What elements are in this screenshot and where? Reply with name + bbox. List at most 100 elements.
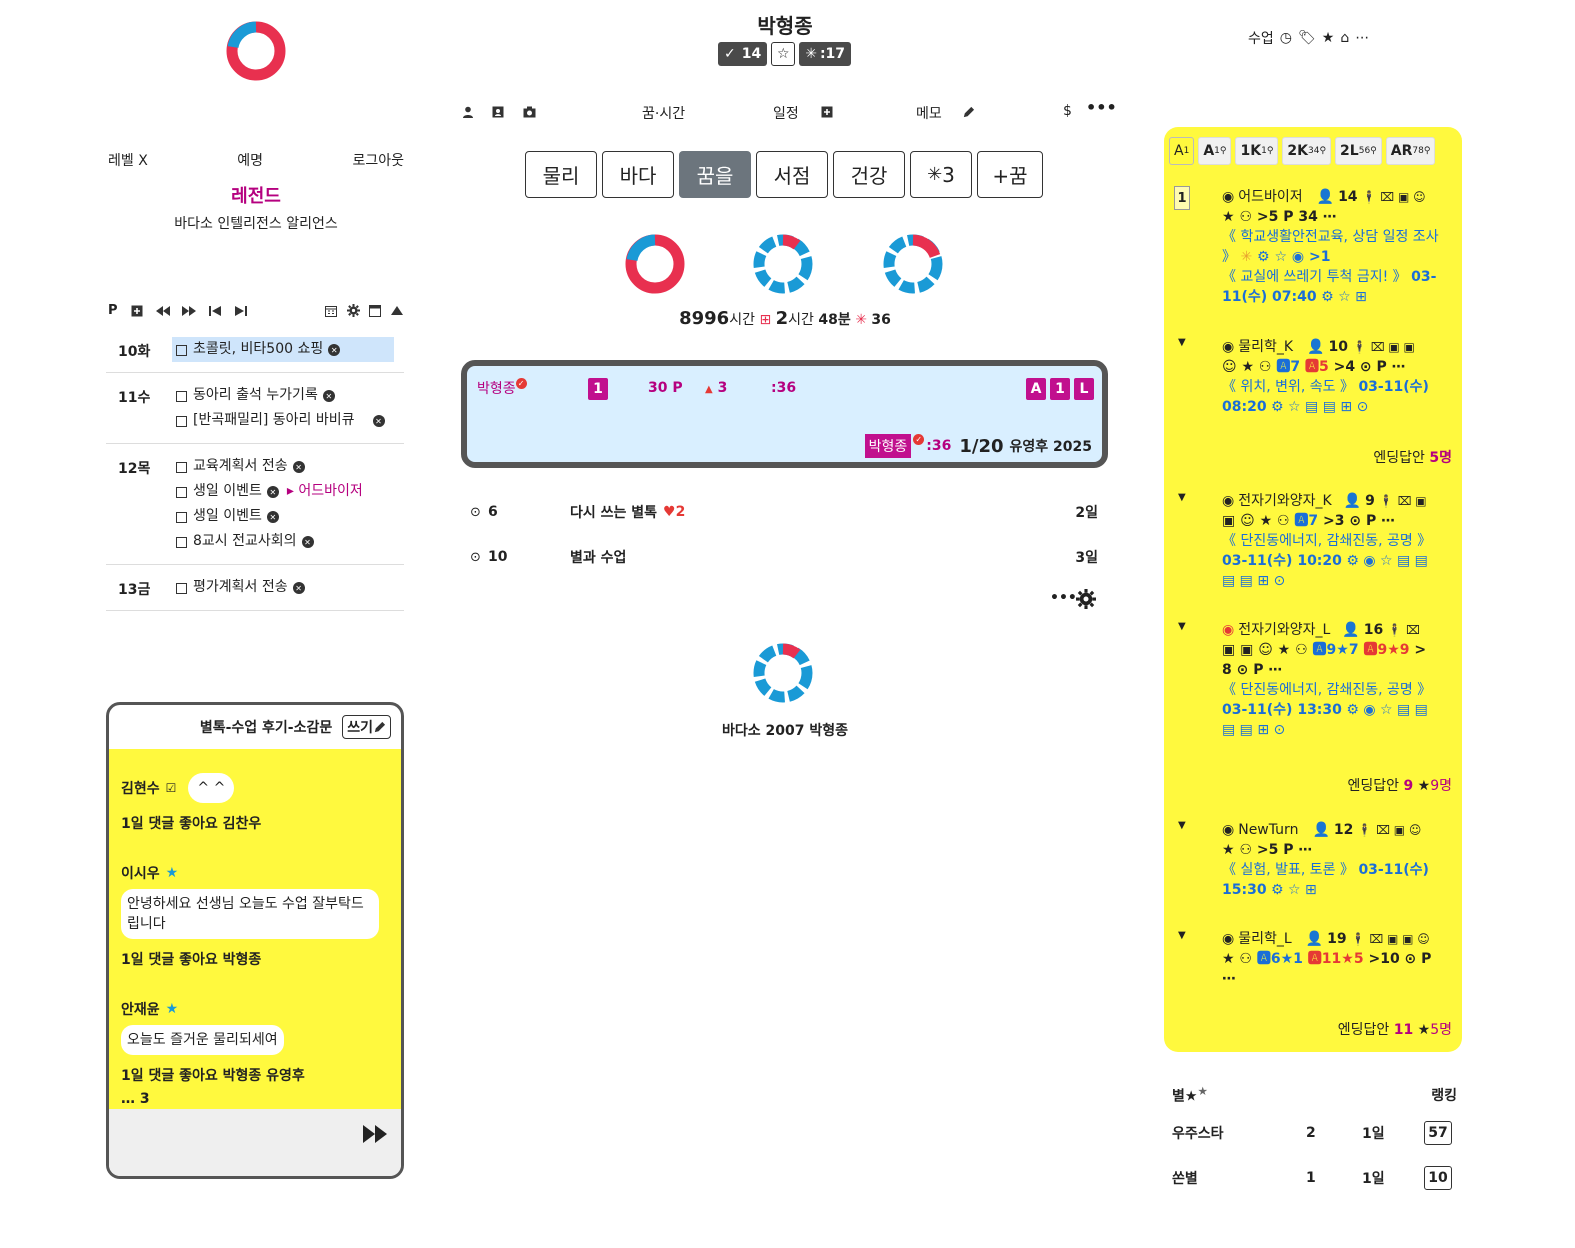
entry-time-line[interactable]: 03-11(수) 10:20 ⚙ ◉ ☆ ▤ ▤ <box>1222 551 1454 571</box>
star-icon[interactable]: ★ <box>1322 30 1335 46</box>
category-spark-button[interactable]: ✳ 3 <box>910 151 972 198</box>
checkbox[interactable] <box>176 537 187 548</box>
checkbox[interactable] <box>176 345 187 356</box>
tag-icon[interactable]: 🏷 <box>1298 30 1316 46</box>
entry-desc[interactable]: 《 위치, 변위, 속도 》 03-11(수) <box>1222 377 1454 397</box>
alliance-name[interactable]: 바다소 인텔리전스 알리언스 <box>108 213 404 233</box>
spark-badge[interactable]: ✳ :17 <box>799 42 852 66</box>
dream-time-link[interactable]: 꿈·시간 <box>642 103 685 123</box>
task-item[interactable]: 초콜릿, 비타500 쇼핑 ✕ <box>172 337 394 362</box>
task-item[interactable]: 생일 이벤트 ✕ ▸ 어드바이저 <box>172 479 404 504</box>
task-item[interactable]: 8교시 전교사회의 ✕ <box>172 529 404 554</box>
list-item[interactable]: ⊙ 6 다시 쓰는 별톡 ♥ 2 2일 <box>470 500 1098 524</box>
remove-icon[interactable]: ✕ <box>328 344 341 356</box>
more-icon[interactable]: ••• <box>1086 98 1117 117</box>
category-physics-button[interactable]: 물리 <box>525 151 597 198</box>
tab-2l[interactable]: 2L 56 ⚲ <box>1335 137 1382 165</box>
camera-icon[interactable] <box>523 106 536 118</box>
footer-ring-icon[interactable] <box>752 642 814 704</box>
caret-down-icon[interactable]: ▼ <box>1178 621 1186 632</box>
entry-desc[interactable]: 《 단진동에너지, 감쇄진동, 공명 》 <box>1222 531 1454 551</box>
calendar-icon[interactable] <box>324 304 338 318</box>
list-gear-icon[interactable] <box>1076 589 1096 609</box>
caret-down-icon[interactable]: ▼ <box>1178 930 1186 941</box>
rewind-icon[interactable] <box>155 304 170 318</box>
category-bookstore-button[interactable]: 서점 <box>756 151 828 198</box>
card-footer-name[interactable]: 박형종 <box>864 434 912 458</box>
contact-book-icon[interactable] <box>492 106 504 118</box>
message-meta[interactable]: 1일 댓글 좋아요 박형종 유영후 <box>121 1065 389 1085</box>
user-card[interactable]: 박형종 ✓ 1 30 P ▲ 3 :36 A 1 L 박형종 ✓ :36 1/20… <box>461 360 1108 468</box>
remove-icon[interactable]: ✕ <box>301 536 314 548</box>
tab-a1[interactable]: A 1 ⚲ <box>1198 137 1232 165</box>
checkbox[interactable] <box>176 583 187 594</box>
clock-icon[interactable]: ◷ <box>1280 30 1292 46</box>
task-item[interactable]: [반곡패밀리] 동아리 바비큐 ✕ <box>172 408 404 433</box>
class-entry[interactable]: ◉ 어드바이저 👤 14 🕴 ⌧ ▣ ☺ ★ ⚇ >5 P 34 ⋯ 《 학교생활… <box>1222 187 1454 307</box>
ending-answer[interactable]: 엔딩답안 11 ★5명 <box>1338 1019 1452 1039</box>
checkbox[interactable] <box>176 416 187 427</box>
remove-icon[interactable]: ✕ <box>322 390 335 402</box>
message-meta[interactable]: 1일 댓글 좋아요 박형종 <box>121 949 389 969</box>
collapse-up-icon[interactable] <box>390 304 404 318</box>
entry-name[interactable]: 전자기와양자_L <box>1238 620 1330 640</box>
user-title[interactable]: 박형종 <box>700 10 870 39</box>
entry-time-line[interactable]: 15:30 ⚙ ☆ ⊞ <box>1222 880 1454 900</box>
entry-time-line[interactable]: 03-11(수) 13:30 ⚙ ◉ ☆ ▤ ▤ <box>1222 700 1454 720</box>
remove-icon[interactable]: ✕ <box>372 415 385 427</box>
class-entry[interactable]: ◉ NewTurn 👤 12 🕴 ⌧ ▣ ☺ ★ ⚇ >5 P ⋯ 《 실험, 발… <box>1222 820 1454 900</box>
ending-answer[interactable]: 엔딩답안 9 ★9명 <box>1347 775 1452 795</box>
remove-icon[interactable]: ✕ <box>266 486 279 498</box>
task-item[interactable]: 교육계획서 전송 ✕ <box>172 454 404 479</box>
ring-dream-icon[interactable] <box>882 233 944 295</box>
rank-row[interactable]: 우주스타 2 1일 57 <box>1172 1110 1457 1155</box>
category-health-button[interactable]: 건강 <box>833 151 905 198</box>
logout-link[interactable]: 로그아웃 <box>352 150 404 170</box>
message-meta[interactable]: 1일 댓글 좋아요 김찬우 <box>121 813 389 833</box>
add-box-icon[interactable] <box>130 304 144 318</box>
caret-down-icon[interactable]: ▼ <box>1178 820 1186 831</box>
check-badge[interactable]: ✓ 14 <box>718 42 768 66</box>
entry-desc[interactable]: 《 실험, 발표, 토론 》 03-11(수) <box>1222 860 1454 880</box>
class-entry[interactable]: ◉ 물리학_L 👤 19 🕴 ⌧ ▣ ▣ ☺ ★ ⚇ 🅰6★1 🅰11★5 >10… <box>1222 929 1454 989</box>
write-button[interactable]: 쓰기 <box>342 715 391 739</box>
entry-name[interactable]: 어드바이저 <box>1238 187 1302 207</box>
memo-link[interactable]: 메모 <box>916 103 942 123</box>
level-label[interactable]: 레벨 X <box>108 150 148 170</box>
class-link[interactable]: 수업 <box>1248 28 1274 48</box>
tab-2k[interactable]: 2K 34 ⚲ <box>1282 137 1332 165</box>
more-comments[interactable]: … 3 <box>121 1091 389 1107</box>
ring-physics-icon[interactable] <box>624 233 686 295</box>
entry-more[interactable]: ⋯ <box>1222 969 1454 989</box>
entry-name[interactable]: 물리학_K <box>1238 337 1293 357</box>
checkbox[interactable] <box>176 391 187 402</box>
tab-ar[interactable]: AR 78 ⚲ <box>1385 137 1436 165</box>
entry-name[interactable]: 물리학_L <box>1238 929 1291 949</box>
add-dream-button[interactable]: +꿈 <box>977 151 1043 198</box>
message-user[interactable]: 이시우 ★ <box>121 863 389 883</box>
star-outline-icon[interactable]: ☆ <box>771 42 796 66</box>
skip-start-icon[interactable] <box>208 304 222 318</box>
add-schedule-icon[interactable] <box>821 106 833 118</box>
fast-forward-icon[interactable] <box>363 1125 387 1143</box>
tab-1k[interactable]: 1K 1 ⚲ <box>1235 137 1279 165</box>
nickname-link[interactable]: 예명 <box>237 150 263 170</box>
list-item[interactable]: ⊙ 10 별과 수업 3일 <box>470 545 1098 569</box>
ending-answer[interactable]: 엔딩답안 5명 <box>1373 447 1452 467</box>
checkbox[interactable] <box>176 487 187 498</box>
entry-name[interactable]: 전자기와양자_K <box>1238 491 1331 511</box>
task-item[interactable]: 평가계획서 전송 ✕ <box>172 575 404 600</box>
category-dream-button[interactable]: 꿈을 <box>679 151 751 198</box>
task-item[interactable]: 동아리 출석 누가기록 ✕ <box>172 383 404 408</box>
person-icon[interactable] <box>462 106 474 118</box>
list-more-icon[interactable]: ••• <box>1050 590 1077 606</box>
checkbox[interactable] <box>176 512 187 523</box>
remove-icon[interactable]: ✕ <box>292 582 305 594</box>
class-entry[interactable]: ◉ 물리학_K 👤 10 🕴 ⌧ ▣ ▣ ☺ ★ ⚇ 🅰7 🅰5 >4 ⊙ P ⋯… <box>1222 337 1454 417</box>
checkbox[interactable] <box>176 462 187 473</box>
pencil-icon[interactable] <box>962 106 975 119</box>
category-sea-button[interactable]: 바다 <box>602 151 674 198</box>
caret-down-icon[interactable]: ▼ <box>1178 492 1186 503</box>
message-user[interactable]: 안재윤 ★ <box>121 999 389 1019</box>
rank-row[interactable]: 쏜별 1 1일 10 <box>1172 1155 1457 1200</box>
